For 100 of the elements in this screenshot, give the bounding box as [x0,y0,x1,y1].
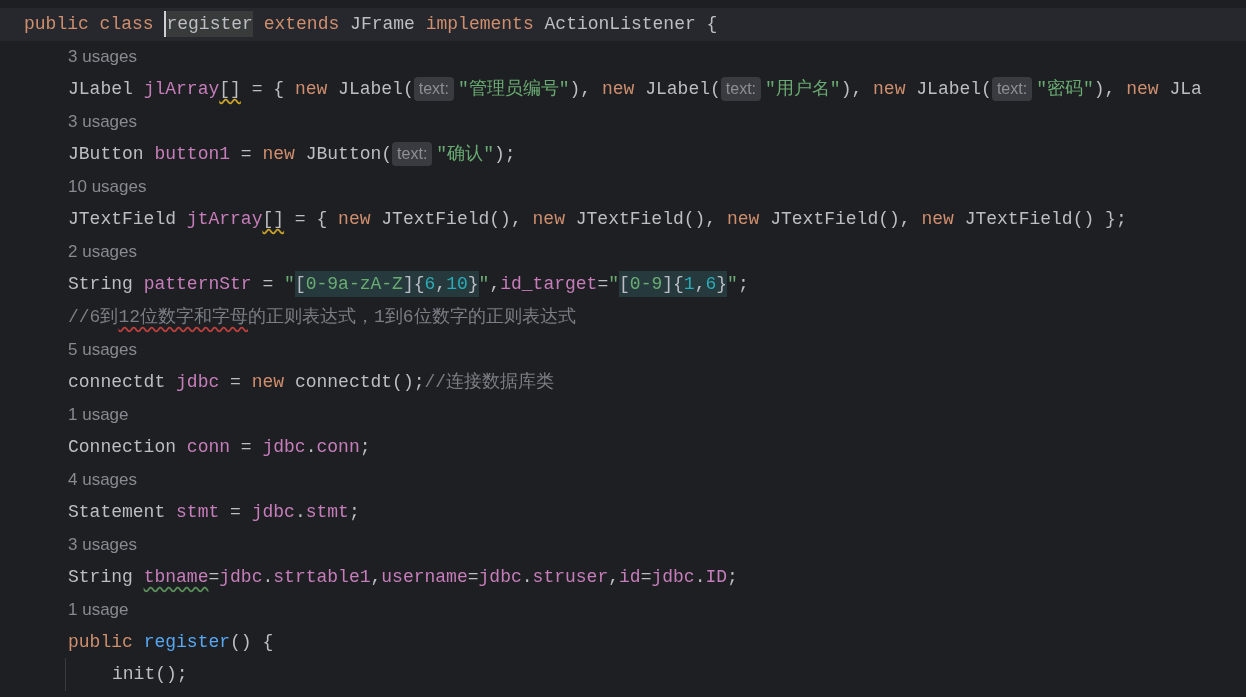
code-text: . [521,565,533,589]
code-text: JLabel( [338,78,414,102]
string-literal: "管理员编号" [457,78,570,102]
code-text: , [370,565,382,589]
string-literal: 0-9a-zA-Z [305,271,403,298]
code-text: = [239,143,253,167]
keyword-text: extends [262,13,341,37]
parameter-hint: text: [991,77,1033,102]
field-name: conn [316,435,360,459]
number-literal: 10 [446,271,468,298]
usages-hint[interactable]: 3 usages [68,44,137,70]
code-text: register [164,11,253,38]
code-text: ; [359,435,371,459]
code-text: () { [230,630,274,654]
code-text: JLabel( [645,78,721,102]
method-name: register [143,630,231,654]
field-name: jdbc [651,565,695,589]
field-name: jtArray [186,208,263,232]
regex-text: , [694,271,706,298]
usages-hint[interactable]: 10 usages [68,174,147,200]
code-text: . [294,500,306,524]
string-literal: " [478,273,490,297]
regex-text: [ [294,271,306,298]
string-literal: 0-9 [629,271,663,298]
string-literal: "密码" [1036,78,1094,102]
regex-text: } [467,271,479,298]
code-text: Connection [68,435,178,459]
code-text: JTextField() }; [964,208,1127,232]
regex-text: } [716,271,728,298]
code-text: ; [727,565,738,589]
code-text: JTextField(), [575,208,718,232]
field-name: ID [705,565,728,589]
keyword-text: new [601,78,636,102]
code-text: JTextField(), [381,208,523,232]
code-text: ); [493,143,516,167]
code-text: connectdt [68,370,167,394]
code-text: = [261,273,275,297]
field-name: jdbc [176,370,220,394]
field-name: username [381,565,468,589]
parameter-hint: text: [720,77,762,102]
regex-text: , [435,271,447,298]
keyword-text: new [532,208,566,232]
usages-hint[interactable]: 4 usages [68,466,137,492]
field-name: stmt [305,500,349,524]
keyword-text: new [921,208,955,232]
usages-hint[interactable]: 3 usages [68,109,137,135]
string-literal: "用户名" [765,78,841,102]
code-comment: 的正则表达式，1到6位数字的正则表达式 [248,305,576,329]
code-comment: 12位数字和字母 [118,305,248,329]
field-name: struser [532,565,609,589]
field-name: id [619,565,641,589]
regex-text: [ [619,271,630,298]
code-text: JTextField [68,208,178,232]
keyword-text: public [68,630,134,654]
field-name: jdbc [262,435,306,459]
usages-hint[interactable]: 3 usages [68,531,137,557]
code-text: . [694,565,706,589]
code-text: JFrame [350,13,416,37]
code-text: [] [262,208,285,232]
usages-hint[interactable]: 1 usage [68,596,129,622]
keyword-text: public class [24,13,155,37]
code-text: = [229,500,242,524]
number-literal: 6 [424,271,436,298]
code-text: connectdt(); [294,370,425,394]
keyword-text: new [251,370,286,394]
usages-hint[interactable]: 5 usages [68,336,137,362]
field-name: conn [186,435,231,459]
code-text: ), [1093,78,1117,102]
string-literal: " [608,273,620,297]
field-name: strtable1 [273,565,371,589]
usages-hint[interactable]: 2 usages [68,239,137,265]
field-name: tbname [143,565,209,589]
string-literal: "确认" [436,143,494,167]
parameter-hint: text: [392,142,433,167]
code-text: = [229,370,242,394]
code-text: = { [250,78,286,102]
string-literal: " [727,273,738,297]
code-text: = [239,435,253,459]
code-comment: //6到 [68,305,119,329]
code-text: JLabel [68,78,134,102]
code-text: [] [219,78,241,102]
code-text: . [262,565,274,589]
code-text: Statement [68,500,167,524]
code-text: ), [569,78,593,102]
keyword-text: new [262,143,296,167]
regex-text: ]{ [402,271,425,298]
field-name: jdbc [219,565,263,589]
field-name: jdbc [251,500,295,524]
usages-hint[interactable]: 1 usage [68,401,129,427]
code-comment: //连接数据库类 [424,370,555,394]
keyword-text: new [727,208,761,232]
field-name: jlArray [143,78,220,102]
field-name: button1 [154,143,231,167]
number-literal: 6 [705,271,717,298]
regex-text: ]{ [662,271,684,298]
code-text: = [597,273,609,297]
code-text: , [489,273,501,297]
number-literal: 1 [683,271,695,298]
field-name: jdbc [478,565,522,589]
code-text: ActionListener { [544,13,718,37]
